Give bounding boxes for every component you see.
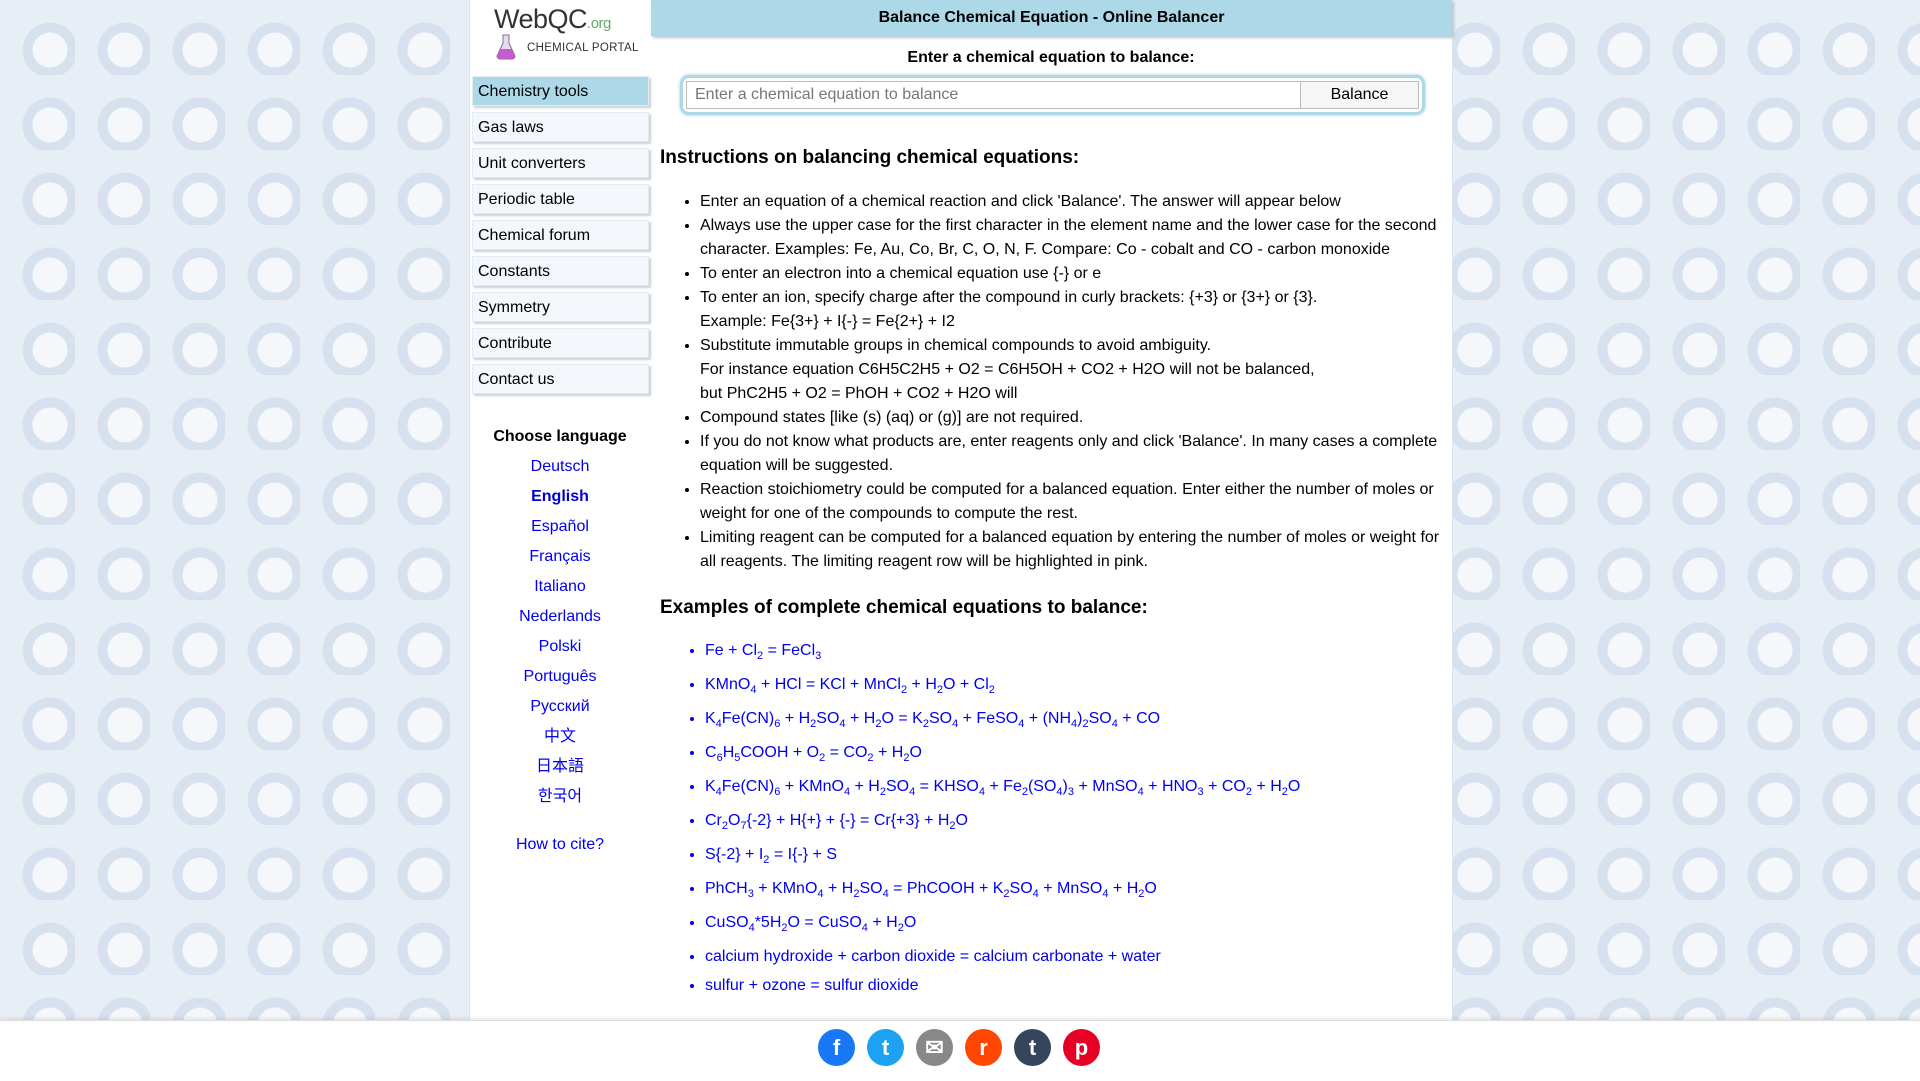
instructions-list: Enter an equation of a chemical reaction… xyxy=(650,190,1452,574)
sidebar-item-chemistry-tools[interactable]: Chemistry tools xyxy=(472,76,649,106)
language-link[interactable]: 中文 xyxy=(470,722,650,752)
instruction-line: Limiting reagent can be computed for a b… xyxy=(700,529,1440,570)
examples-heading: Examples of complete chemical equations … xyxy=(660,597,1148,618)
balance-button[interactable]: Balance xyxy=(1301,81,1419,109)
main-content: Balance Chemical Equation - Online Balan… xyxy=(650,0,1452,1002)
instruction-line: Substitute immutable groups in chemical … xyxy=(700,337,1212,354)
sidebar-item-contact-us[interactable]: Contact us xyxy=(472,364,649,394)
logo-subtitle: CHEMICAL PORTAL xyxy=(527,42,639,54)
logo-brand: WebQC.org xyxy=(494,4,611,34)
instruction-line: Always use the upper case for the first … xyxy=(700,217,1437,258)
instruction-item: Limiting reagent can be computed for a b… xyxy=(700,526,1452,574)
examples-list: Fe + Cl2 = FeCl3KMnO4 + HCl = KCl + MnCl… xyxy=(650,638,1452,1002)
instruction-item: To enter an ion, specify charge after th… xyxy=(700,286,1452,334)
language-link[interactable]: English xyxy=(470,482,650,512)
twitter-icon[interactable]: t xyxy=(867,1029,904,1066)
example-equation-link[interactable]: PhCH3 + KMnO4 + H2SO4 = PhCOOH + K2SO4 +… xyxy=(705,876,1452,910)
flask-icon xyxy=(496,34,516,60)
language-link[interactable]: Português xyxy=(470,662,650,692)
instruction-item: Always use the upper case for the first … xyxy=(700,214,1452,262)
form-prompt: Enter a chemical equation to balance: xyxy=(907,49,1195,66)
instruction-item: Substitute immutable groups in chemical … xyxy=(700,334,1452,406)
language-link[interactable]: Русский xyxy=(470,692,650,722)
instruction-item: Compound states [like (s) (aq) or (g)] a… xyxy=(700,406,1452,430)
instruction-line: but PhC2H5 + O2 = PhOH + CO2 + H2O will xyxy=(700,385,1018,402)
equation-input[interactable] xyxy=(686,81,1301,109)
instruction-item: Reaction stoichiometry could be computed… xyxy=(700,478,1452,526)
sidebar-item-constants[interactable]: Constants xyxy=(472,256,649,286)
example-equation-link[interactable]: Fe + Cl2 = FeCl3 xyxy=(705,638,1452,672)
sidebar-item-contribute[interactable]: Contribute xyxy=(472,328,649,358)
language-link[interactable]: Italiano xyxy=(470,572,650,602)
example-equation-link[interactable]: K4Fe(CN)6 + H2SO4 + H2O = K2SO4 + FeSO4 … xyxy=(705,706,1452,740)
pinterest-icon[interactable]: p xyxy=(1063,1029,1100,1066)
instruction-line: Compound states [like (s) (aq) or (g)] a… xyxy=(700,409,1084,426)
language-link[interactable]: Español xyxy=(470,512,650,542)
example-equation-link[interactable]: Cr2O7{-2} + H{+} + {-} = Cr{+3} + H2O xyxy=(705,808,1452,842)
page-title: Balance Chemical Equation - Online Balan… xyxy=(651,0,1452,36)
instruction-item: To enter an electron into a chemical equ… xyxy=(700,262,1452,286)
example-equation-link[interactable]: KMnO4 + HCl = KCl + MnCl2 + H2O + Cl2 xyxy=(705,672,1452,706)
example-equation-link[interactable]: K4Fe(CN)6 + KMnO4 + H2SO4 = KHSO4 + Fe2(… xyxy=(705,774,1452,808)
sidebar-menu: Chemistry tools Gas laws Unit converters Pe… xyxy=(472,76,650,394)
sidebar-item-symmetry[interactable]: Symmetry xyxy=(472,292,649,322)
language-link[interactable]: Nederlands xyxy=(470,602,650,632)
sidebar-item-periodic-table[interactable]: Periodic table xyxy=(472,184,649,214)
instruction-line: For instance equation C6H5C2H5 + O2 = C6… xyxy=(700,361,1315,378)
example-equation-link[interactable]: calcium hydroxide + carbon dioxide = cal… xyxy=(705,944,1452,973)
sidebar-item-chemical-forum[interactable]: Chemical forum xyxy=(472,220,649,250)
language-link[interactable]: Français xyxy=(470,542,650,572)
instruction-line: Example: Fe{3+} + I{-} = Fe{2+} + I2 xyxy=(700,313,955,330)
language-link[interactable]: 日本語 xyxy=(470,752,650,782)
example-equation-link[interactable]: S{-2} + I2 = I{-} + S xyxy=(705,842,1452,876)
facebook-icon[interactable]: f xyxy=(818,1029,855,1066)
email-icon[interactable]: ✉ xyxy=(916,1029,953,1066)
language-link[interactable]: Polski xyxy=(470,632,650,662)
example-equation-link[interactable]: sulfur + ozone = sulfur dioxide xyxy=(705,973,1452,1002)
share-bar: f t ✉ r t p xyxy=(0,1020,1920,1081)
site-logo[interactable]: WebQC.org CHEMICAL PORTAL xyxy=(470,0,650,72)
page-container: WebQC.org CHEMICAL PORTAL Chemistry tool… xyxy=(469,0,1453,1080)
instruction-line: If you do not know what products are, en… xyxy=(700,433,1438,474)
example-equation-link[interactable]: CuSO4*5H2O = CuSO4 + H2O xyxy=(705,910,1452,944)
instruction-line: To enter an ion, specify charge after th… xyxy=(700,289,1318,306)
share-icons: f t ✉ r t p xyxy=(818,1029,1100,1066)
reddit-icon[interactable]: r xyxy=(965,1029,1002,1066)
language-link[interactable]: 한국어 xyxy=(470,782,650,812)
balance-form: Balance xyxy=(680,75,1425,115)
example-equation-link[interactable]: C6H5COOH + O2 = CO2 + H2O xyxy=(705,740,1452,774)
sidebar-item-unit-converters[interactable]: Unit converters xyxy=(472,148,649,178)
language-list: Deutsch English Español Français Italiano Ned… xyxy=(470,452,650,812)
sidebar-item-gas-laws[interactable]: Gas laws xyxy=(472,112,649,142)
language-link[interactable]: Deutsch xyxy=(470,452,650,482)
instruction-item: If you do not know what products are, en… xyxy=(700,430,1452,478)
instructions-heading: Instructions on balancing chemical equat… xyxy=(660,147,1080,168)
tumblr-icon[interactable]: t xyxy=(1014,1029,1051,1066)
sidebar: WebQC.org CHEMICAL PORTAL Chemistry tool… xyxy=(470,0,650,854)
instruction-item: Enter an equation of a chemical reaction… xyxy=(700,190,1452,214)
instruction-line: To enter an electron into a chemical equ… xyxy=(700,265,1102,282)
how-to-cite-link[interactable]: How to cite? xyxy=(470,836,650,854)
language-title: Choose language xyxy=(493,428,627,445)
instruction-line: Reaction stoichiometry could be computed… xyxy=(700,481,1434,522)
instruction-line: Enter an equation of a chemical reaction… xyxy=(700,193,1341,210)
